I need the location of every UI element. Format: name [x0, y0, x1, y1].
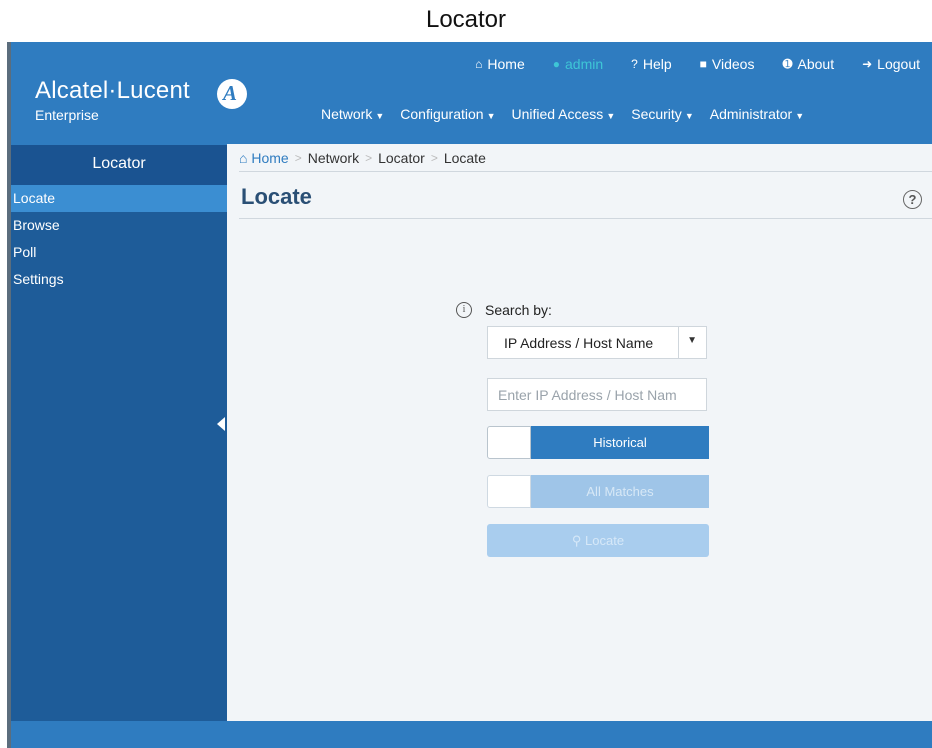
- figure-caption: Locator: [425, 6, 507, 33]
- toggle-knob[interactable]: [487, 475, 531, 508]
- header-bar: Alcatel·Lucent Enterprise A ⌂ Home ● adm…: [11, 42, 932, 144]
- nav-unified-access[interactable]: Unified Access ▼: [511, 106, 615, 122]
- sidebar-item-poll[interactable]: Poll: [11, 239, 227, 266]
- sidebar-title: Locator: [11, 144, 227, 185]
- top-link-label: admin: [565, 56, 604, 72]
- brand-logo[interactable]: Alcatel·Lucent Enterprise A: [35, 77, 247, 123]
- sidebar-item-settings[interactable]: Settings: [11, 266, 227, 293]
- collapse-sidebar-icon[interactable]: [217, 417, 225, 431]
- brand-mark-icon: A: [217, 79, 247, 109]
- main-nav: Network ▼ Configuration ▼ Unified Access ▼ …: [321, 106, 820, 122]
- top-link-help[interactable]: ? Help: [631, 56, 671, 72]
- top-link-videos[interactable]: ■ Videos: [700, 56, 755, 72]
- question-icon: ?: [631, 57, 638, 71]
- nav-label: Security: [631, 106, 682, 122]
- caret-down-icon: ▼: [687, 335, 697, 346]
- historical-label: Historical: [531, 426, 709, 459]
- sidebar-item-browse[interactable]: Browse: [11, 212, 227, 239]
- main-content: ⌂ Home > Network > Locator > Locate Loca…: [227, 144, 932, 721]
- all-matches-toggle[interactable]: All Matches: [487, 475, 709, 508]
- breadcrumb: ⌂ Home > Network > Locator > Locate: [239, 150, 486, 166]
- breadcrumb-home[interactable]: ⌂ Home: [239, 150, 289, 166]
- nav-label: Administrator: [709, 106, 793, 122]
- breadcrumb-locator[interactable]: Locator: [378, 150, 425, 166]
- divider: [239, 218, 932, 219]
- logout-icon: ➜: [862, 57, 873, 71]
- top-link-label: About: [797, 56, 835, 72]
- divider: [239, 171, 932, 172]
- nav-security[interactable]: Security ▼: [631, 106, 694, 122]
- nav-label: Unified Access: [511, 106, 604, 122]
- top-link-logout[interactable]: ➜ Logout: [862, 56, 920, 72]
- page-title: Locate: [241, 184, 312, 209]
- top-link-label: Help: [642, 56, 672, 72]
- select-divider: [678, 327, 679, 358]
- caret-down-icon: ▼: [795, 111, 805, 121]
- breadcrumb-separator-icon: >: [365, 151, 373, 165]
- brand-name: Alcatel·Lucent: [35, 77, 190, 104]
- top-link-about[interactable]: ➊ About: [782, 56, 834, 72]
- top-link-admin[interactable]: ● admin: [553, 56, 603, 72]
- nav-network[interactable]: Network ▼: [321, 106, 384, 122]
- sidebar: Locator Locate Browse Poll Settings: [11, 144, 227, 721]
- nav-label: Network: [321, 106, 373, 122]
- breadcrumb-label: Home: [251, 150, 289, 166]
- home-icon: ⌂: [475, 57, 483, 71]
- nav-label: Configuration: [400, 106, 484, 122]
- top-links: ⌂ Home ● admin ? Help ■ Videos ➊ About ➜…: [447, 56, 920, 72]
- top-link-home[interactable]: ⌂ Home: [475, 56, 525, 72]
- video-icon: ■: [699, 57, 707, 71]
- historical-toggle[interactable]: Historical: [487, 426, 709, 459]
- home-icon: ⌂: [239, 150, 252, 166]
- search-by-select[interactable]: IP Address / Host Name ▼: [487, 326, 707, 359]
- help-icon[interactable]: ?: [903, 190, 922, 209]
- search-icon: ⚲: [571, 533, 586, 548]
- user-icon: ●: [552, 57, 561, 71]
- brand-subtitle: Enterprise: [35, 107, 99, 123]
- breadcrumb-locate: Locate: [443, 150, 486, 166]
- toggle-knob[interactable]: [487, 426, 531, 459]
- sidebar-item-locate[interactable]: Locate: [11, 185, 227, 212]
- footer-bar: [11, 721, 932, 748]
- nav-administrator[interactable]: Administrator ▼: [710, 106, 804, 122]
- caret-down-icon: ▼: [486, 111, 496, 121]
- top-link-label: Home: [487, 56, 525, 72]
- info-icon: ➊: [782, 57, 793, 71]
- search-by-label: Search by:: [485, 302, 552, 318]
- top-link-label: Videos: [711, 56, 755, 72]
- all-matches-label: All Matches: [531, 475, 709, 508]
- breadcrumb-network[interactable]: Network: [308, 150, 359, 166]
- breadcrumb-separator-icon: >: [294, 151, 302, 165]
- search-by-value: IP Address / Host Name: [504, 335, 654, 351]
- info-circle-icon[interactable]: i: [456, 302, 472, 318]
- caret-down-icon: ▼: [375, 111, 385, 121]
- nav-configuration[interactable]: Configuration ▼: [400, 106, 495, 122]
- caret-down-icon: ▼: [606, 111, 616, 121]
- search-input[interactable]: [487, 378, 707, 411]
- breadcrumb-separator-icon: >: [430, 151, 438, 165]
- top-link-label: Logout: [877, 56, 920, 72]
- locate-button[interactable]: ⚲ Locate: [487, 524, 709, 557]
- locate-button-label: Locate: [585, 533, 625, 548]
- caret-down-icon: ▼: [684, 111, 694, 121]
